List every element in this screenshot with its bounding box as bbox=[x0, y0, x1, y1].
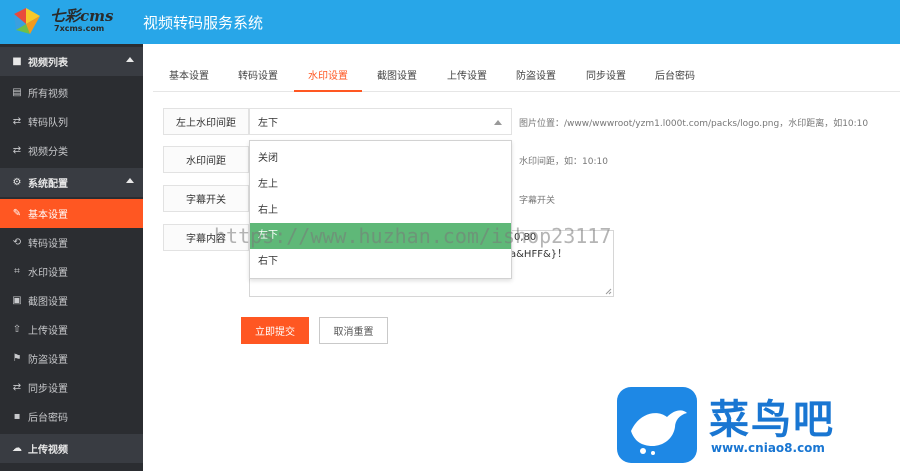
crop-icon: ⌗ bbox=[14, 266, 20, 277]
exchange-icon: ⇄ bbox=[12, 145, 22, 156]
subtitle-switch-label: 字幕开关 bbox=[163, 185, 249, 212]
brand-name: 菜鸟吧 bbox=[709, 396, 835, 443]
sidebar-item-label: 视频分类 bbox=[28, 147, 68, 158]
sidebar-item-label: 上传视频 bbox=[28, 445, 68, 456]
flag-icon: ⚑ bbox=[12, 353, 22, 364]
chevron-up-icon bbox=[494, 120, 502, 125]
app-header: 七彩cms 7xcms.com 视频转码服务系统 bbox=[0, 0, 900, 44]
tab-screenshot[interactable]: 截图设置 bbox=[369, 62, 425, 92]
sidebar-item-basic-settings[interactable]: ✎ 基本设置 bbox=[0, 199, 143, 228]
dropdown-option-off[interactable]: 关闭 bbox=[250, 146, 511, 172]
sidebar-item-anti-theft-settings[interactable]: ⚑ 防盗设置 bbox=[0, 344, 143, 373]
sidebar-item-label: 基本设置 bbox=[28, 210, 68, 221]
sidebar: ■ 视频列表 ▤ 所有视频 ⇄ 转码队列 ⇄ 视频分类 ⚙ 系统配置 ✎ 基本设… bbox=[0, 44, 143, 471]
chevron-up-icon bbox=[126, 178, 134, 183]
reset-button[interactable]: 取消重置 bbox=[319, 317, 388, 344]
dropdown-option-top-right[interactable]: 右上 bbox=[250, 198, 511, 224]
sidebar-item-label: 转码设置 bbox=[28, 239, 68, 250]
settings-tabs: 基本设置 转码设置 水印设置 截图设置 上传设置 防盗设置 同步设置 后台密码 bbox=[153, 62, 900, 92]
sidebar-group-upload-video[interactable]: ☁ 上传视频 bbox=[0, 434, 143, 463]
exchange-icon: ⇄ bbox=[12, 382, 22, 393]
sidebar-item-label: 上传设置 bbox=[28, 326, 68, 337]
sidebar-item-sync-settings[interactable]: ⇄ 同步设置 bbox=[0, 373, 143, 402]
select-value: 左下 bbox=[258, 118, 278, 129]
dropdown-option-bottom-right[interactable]: 右下 bbox=[250, 249, 511, 275]
lock-icon: ▪ bbox=[13, 411, 21, 422]
brand-badge: 菜鸟吧 www.cniao8.com bbox=[603, 381, 900, 471]
sidebar-item-label: 截图设置 bbox=[28, 297, 68, 308]
sidebar-item-label: 视频列表 bbox=[28, 58, 68, 69]
list-icon: ▤ bbox=[12, 87, 22, 98]
subtitle-switch-hint: 字幕开关 bbox=[519, 196, 556, 206]
sidebar-item-label: 水印设置 bbox=[28, 268, 68, 279]
watermark-overlay: https://www.huzhan.com/ishop23117 bbox=[214, 224, 612, 248]
chevron-up-icon bbox=[126, 57, 134, 62]
cloud-upload-icon: ☁ bbox=[12, 443, 22, 454]
upload-icon: ⇧ bbox=[12, 324, 22, 335]
resize-handle-icon[interactable] bbox=[605, 288, 612, 295]
sidebar-item-video-category[interactable]: ⇄ 视频分类 bbox=[0, 136, 143, 165]
video-icon: ■ bbox=[12, 56, 22, 67]
tab-transcode[interactable]: 转码设置 bbox=[230, 62, 286, 92]
logo[interactable]: 七彩cms 7xcms.com bbox=[0, 0, 143, 44]
exchange-icon: ⇄ bbox=[12, 116, 22, 127]
gear-icon: ⚙ bbox=[12, 177, 22, 188]
app-title: 视频转码服务系统 bbox=[143, 14, 264, 32]
sidebar-item-label: 转码队列 bbox=[28, 118, 68, 129]
tab-watermark[interactable]: 水印设置 bbox=[294, 62, 362, 92]
sidebar-item-label: 同步设置 bbox=[28, 384, 68, 395]
sidebar-item-label: 系统配置 bbox=[28, 179, 68, 190]
watermark-position-select[interactable]: 左下 bbox=[249, 108, 512, 135]
tab-upload[interactable]: 上传设置 bbox=[439, 62, 495, 92]
bird-logo-icon bbox=[617, 387, 697, 463]
watermark-position-hint: 图片位置：/www/wwwroot/yzm1.l000t.com/packs/l… bbox=[519, 119, 869, 129]
tab-password[interactable]: 后台密码 bbox=[647, 62, 703, 92]
logo-subtext: 7xcms.com bbox=[54, 24, 105, 33]
sidebar-item-label: 所有视频 bbox=[28, 89, 68, 100]
sidebar-group-system-config[interactable]: ⚙ 系统配置 bbox=[0, 168, 143, 197]
sidebar-item-transcode-settings[interactable]: ⟲ 转码设置 bbox=[0, 228, 143, 257]
tab-sync[interactable]: 同步设置 bbox=[578, 62, 634, 92]
logo-icon bbox=[14, 8, 40, 34]
submit-button[interactable]: 立即提交 bbox=[241, 317, 309, 344]
watermark-spacing-hint: 水印间距，如：10:10 bbox=[519, 157, 608, 167]
image-icon: ▣ bbox=[12, 295, 22, 306]
sidebar-item-admin-password[interactable]: ▪ 后台密码 bbox=[0, 402, 143, 431]
logo-text: 七彩cms bbox=[50, 7, 114, 25]
refresh-icon: ⟲ bbox=[12, 237, 22, 248]
sidebar-item-label: 防盗设置 bbox=[28, 355, 68, 366]
sidebar-group-video-list[interactable]: ■ 视频列表 bbox=[0, 47, 143, 76]
tab-anti-theft[interactable]: 防盗设置 bbox=[508, 62, 564, 92]
sidebar-item-watermark-settings[interactable]: ⌗ 水印设置 bbox=[0, 257, 143, 286]
position-dropdown: 关闭 左上 右上 左下 右下 bbox=[249, 140, 512, 279]
brand-url: www.cniao8.com bbox=[711, 441, 825, 455]
sidebar-item-all-videos[interactable]: ▤ 所有视频 bbox=[0, 78, 143, 107]
sidebar-item-label: 后台密码 bbox=[28, 413, 68, 424]
sidebar-item-screenshot-settings[interactable]: ▣ 截图设置 bbox=[0, 286, 143, 315]
watermark-position-label: 左上水印间距 bbox=[163, 108, 249, 135]
sidebar-item-upload-settings[interactable]: ⇧ 上传设置 bbox=[0, 315, 143, 344]
dropdown-option-top-left[interactable]: 左上 bbox=[250, 172, 511, 198]
tab-basic[interactable]: 基本设置 bbox=[161, 62, 217, 92]
watermark-spacing-label: 水印间距 bbox=[163, 146, 249, 173]
sidebar-item-transcode-queue[interactable]: ⇄ 转码队列 bbox=[0, 107, 143, 136]
edit-icon: ✎ bbox=[12, 208, 22, 219]
